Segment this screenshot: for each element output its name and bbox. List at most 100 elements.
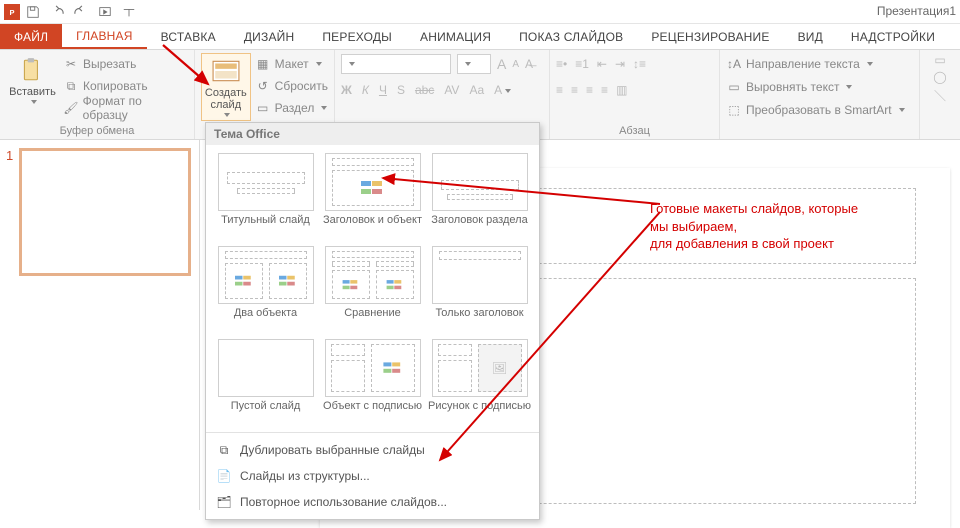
redo-icon[interactable]: [72, 3, 90, 21]
chevron-down-icon: [505, 89, 511, 93]
annotation-text: Готовые макеты слайдов, которые мы выбир…: [650, 200, 858, 253]
layout-title-only[interactable]: Только заголовок: [428, 246, 531, 333]
tab-slideshow[interactable]: ПОКАЗ СЛАЙДОВ: [505, 24, 637, 49]
tab-addins[interactable]: НАДСТРОЙКИ: [837, 24, 949, 49]
group-drawing: ▭ ◯ ＼: [920, 50, 960, 139]
reset-icon: ↺: [255, 78, 271, 94]
text-direction-button[interactable]: ↕AНаправление текста: [726, 53, 873, 75]
tab-file[interactable]: ФАЙЛ: [0, 24, 62, 49]
char-spacing-button[interactable]: AV: [444, 83, 459, 97]
new-slide-gallery: Тема Office Титульный слайд Заголовок и …: [205, 122, 540, 520]
gallery-header: Тема Office: [206, 123, 539, 145]
layout-title-slide[interactable]: Титульный слайд: [214, 153, 317, 240]
reuse-slides-cmd[interactable]: 🗂Повторное использование слайдов...: [206, 489, 539, 515]
start-slideshow-icon[interactable]: [96, 3, 114, 21]
tab-insert[interactable]: ВСТАВКА: [147, 24, 230, 49]
layout-content-caption[interactable]: Объект с подписью: [321, 339, 424, 426]
strike-button[interactable]: abc: [415, 83, 434, 97]
indent-dec-icon[interactable]: ⇤: [597, 57, 607, 71]
slides-from-outline-cmd[interactable]: 📄Слайды из структуры...: [206, 463, 539, 489]
shape-rect-icon[interactable]: ▭: [934, 53, 945, 67]
align-center-icon[interactable]: ≡: [571, 83, 578, 97]
layout-comparison[interactable]: Сравнение: [321, 246, 424, 333]
align-text-button[interactable]: ▭Выровнять текст: [726, 76, 852, 98]
duplicate-slides-cmd[interactable]: ⧉Дублировать выбранные слайды: [206, 437, 539, 463]
app-icon: P: [4, 4, 20, 20]
layout-section-header[interactable]: Заголовок раздела: [428, 153, 531, 240]
tab-animation[interactable]: АНИМАЦИЯ: [406, 24, 505, 49]
cut-button[interactable]: ✂Вырезать: [63, 53, 188, 75]
copy-icon: ⧉: [63, 78, 79, 94]
line-spacing-icon[interactable]: ↕≡: [633, 57, 646, 71]
shape-line-icon[interactable]: ＼: [934, 87, 946, 104]
change-case-button[interactable]: Aa: [469, 83, 484, 97]
new-slide-icon: [212, 57, 240, 85]
italic-button[interactable]: К: [362, 83, 369, 97]
font-family-dropdown[interactable]: [341, 54, 451, 74]
bold-button[interactable]: Ж: [341, 83, 352, 97]
underline-button[interactable]: Ч: [379, 83, 387, 97]
save-icon[interactable]: [24, 3, 42, 21]
chevron-down-icon: [316, 62, 322, 66]
font-color-button[interactable]: A: [494, 83, 511, 97]
group-paragraph-label: Абзац: [556, 123, 713, 137]
paste-button[interactable]: Вставить: [6, 53, 59, 107]
chevron-down-icon: [224, 113, 230, 117]
svg-text:P: P: [9, 8, 14, 17]
columns-icon[interactable]: ▥: [616, 83, 627, 97]
duplicate-icon: ⧉: [216, 442, 232, 458]
slide-thumbnail-pane[interactable]: 1: [0, 140, 200, 510]
reset-button[interactable]: ↺Сбросить: [255, 75, 328, 97]
undo-icon[interactable]: [48, 3, 66, 21]
align-left-icon[interactable]: ≡: [556, 83, 563, 97]
tab-home[interactable]: ГЛАВНАЯ: [62, 24, 146, 49]
new-slide-button[interactable]: Создать слайд: [201, 53, 251, 121]
qat-customize-icon[interactable]: [120, 3, 138, 21]
gallery-grid: Титульный слайд Заголовок и объект Загол…: [206, 145, 539, 430]
tab-transitions[interactable]: ПЕРЕХОДЫ: [308, 24, 406, 49]
font-size-dropdown[interactable]: [457, 54, 491, 74]
shadow-button[interactable]: S: [397, 83, 405, 97]
outline-icon: 📄: [216, 468, 232, 484]
numbering-icon[interactable]: ≡1: [575, 57, 589, 71]
chevron-down-icon: [899, 108, 905, 112]
group-paragraph: ≡• ≡1 ⇤ ⇥ ↕≡ ≡ ≡ ≡ ≡ ▥ Абзац: [550, 50, 720, 139]
align-justify-icon[interactable]: ≡: [601, 83, 608, 97]
chevron-down-icon: [349, 62, 355, 66]
shape-oval-icon[interactable]: ◯: [933, 70, 946, 84]
text-direction-icon: ↕A: [726, 56, 742, 72]
chevron-down-icon: [465, 62, 471, 66]
format-painter-button[interactable]: 🖌Формат по образцу: [63, 97, 188, 119]
scissors-icon: ✂: [63, 56, 79, 72]
chevron-down-icon: [846, 85, 852, 89]
slide-thumbnail-1[interactable]: [19, 148, 191, 276]
paste-label: Вставить: [9, 86, 56, 98]
quick-access-toolbar: [24, 3, 138, 21]
grow-font-icon[interactable]: A: [497, 56, 506, 72]
shrink-font-icon[interactable]: A: [512, 59, 519, 70]
section-button[interactable]: ▭Раздел: [255, 97, 328, 119]
indent-inc-icon[interactable]: ⇥: [615, 57, 625, 71]
align-right-icon[interactable]: ≡: [586, 83, 593, 97]
layout-blank[interactable]: Пустой слайд: [214, 339, 317, 426]
layout-icon: ▦: [255, 56, 271, 72]
group-clipboard-label: Буфер обмена: [6, 123, 188, 137]
paste-icon: [18, 56, 46, 84]
layout-title-content[interactable]: Заголовок и объект: [321, 153, 424, 240]
thumbnail-number: 1: [6, 148, 13, 276]
smartart-button[interactable]: ⬚Преобразовать в SmartArt: [726, 99, 905, 121]
chevron-down-icon: [867, 62, 873, 66]
new-slide-label: Создать слайд: [204, 87, 248, 111]
layout-two-content[interactable]: Два объекта: [214, 246, 317, 333]
group-clipboard: Вставить ✂Вырезать ⧉Копировать 🖌Формат п…: [0, 50, 195, 139]
chevron-down-icon: [321, 106, 327, 110]
ribbon-tabs: ФАЙЛ ГЛАВНАЯ ВСТАВКА ДИЗАЙН ПЕРЕХОДЫ АНИ…: [0, 24, 960, 50]
layout-button[interactable]: ▦Макет: [255, 53, 328, 75]
tab-design[interactable]: ДИЗАЙН: [230, 24, 309, 49]
tab-view[interactable]: ВИД: [784, 24, 837, 49]
title-bar: P Презентация1: [0, 0, 960, 24]
layout-picture-caption[interactable]: 🖼 Рисунок с подписью: [428, 339, 531, 426]
bullets-icon[interactable]: ≡•: [556, 57, 567, 71]
clear-format-icon[interactable]: A̶: [525, 57, 533, 71]
tab-review[interactable]: РЕЦЕНЗИРОВАНИЕ: [637, 24, 783, 49]
